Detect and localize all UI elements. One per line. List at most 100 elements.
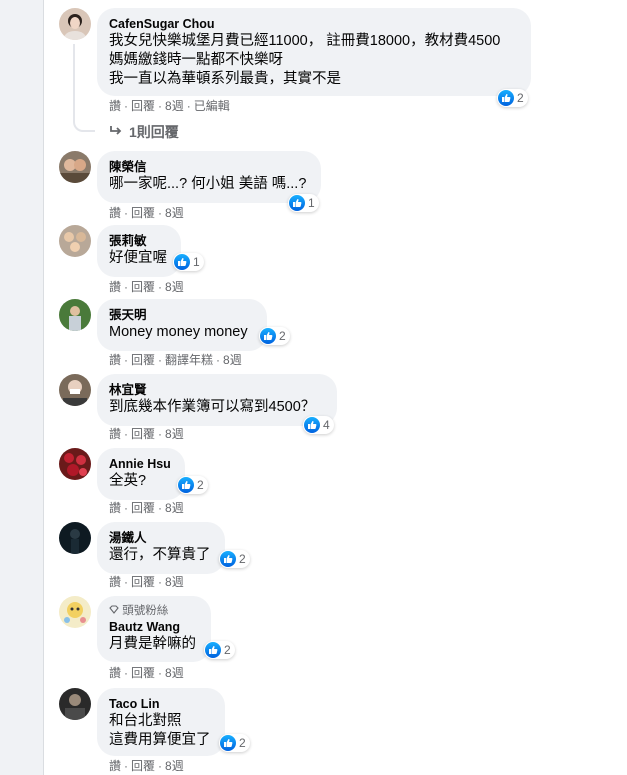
- comment-text-line: 好便宜喔: [109, 250, 167, 266]
- reaction-count[interactable]: 2: [177, 476, 208, 494]
- like-icon: [289, 195, 305, 211]
- reaction-count[interactable]: 2: [259, 327, 290, 345]
- comment-text-line: 我女兒快樂城堡月費已經11000， 註冊費18000，教材費4500: [109, 33, 501, 49]
- like-icon: [174, 254, 190, 270]
- reaction-number: 2: [279, 329, 286, 343]
- reaction-count[interactable]: 1: [173, 253, 204, 271]
- comment-bubble: 湯鐵人 還行，不算貴了: [97, 522, 225, 574]
- avatar[interactable]: [59, 151, 91, 183]
- comment-bubble: Annie Hsu 全英?: [97, 448, 185, 500]
- reply-button[interactable]: 回覆: [131, 575, 155, 589]
- like-button[interactable]: 讚: [109, 759, 121, 773]
- comment-author[interactable]: Taco Lin: [109, 696, 213, 712]
- comment-bubble: Taco Lin 和台北對照 這費用算便宜了: [97, 688, 225, 756]
- comment-actions: 讚 · 回覆 · 8週: [109, 666, 184, 680]
- avatar[interactable]: [59, 374, 91, 406]
- comment-bubble: 張莉敏 好便宜喔: [97, 225, 181, 277]
- reaction-number: 1: [308, 196, 315, 210]
- reply-count-label: 1則回覆: [129, 124, 179, 140]
- like-icon: [220, 735, 236, 751]
- reaction-count[interactable]: 2: [219, 550, 250, 568]
- reply-button[interactable]: 回覆: [131, 427, 155, 441]
- like-button[interactable]: 讚: [109, 666, 121, 680]
- reply-button[interactable]: 回覆: [131, 666, 155, 680]
- like-button[interactable]: 讚: [109, 501, 121, 515]
- timestamp[interactable]: 8週: [165, 206, 184, 220]
- comment-author[interactable]: Annie Hsu: [109, 456, 173, 472]
- reply-button[interactable]: 回覆: [131, 206, 155, 220]
- like-button[interactable]: 讚: [109, 99, 121, 113]
- comment-author[interactable]: 陳榮信: [109, 159, 309, 175]
- left-gutter: [0, 0, 44, 775]
- comment-actions: 讚 · 回覆 · 翻譯年糕 · 8週: [109, 353, 242, 367]
- reaction-count[interactable]: 4: [303, 416, 334, 434]
- top-fan-label: 頭號粉絲: [122, 605, 169, 617]
- comment-actions: 讚 · 回覆 · 8週: [109, 501, 184, 515]
- reaction-count[interactable]: 2: [497, 89, 528, 107]
- reply-arrow-icon: [109, 124, 123, 140]
- like-icon: [498, 90, 514, 106]
- comment-author[interactable]: 林宜賢: [109, 382, 325, 398]
- reply-button[interactable]: 回覆: [131, 280, 155, 294]
- timestamp[interactable]: 8週: [165, 575, 184, 589]
- like-button[interactable]: 讚: [109, 575, 121, 589]
- like-button[interactable]: 讚: [109, 206, 121, 220]
- avatar[interactable]: [59, 688, 91, 720]
- view-replies-link[interactable]: 1則回覆: [109, 122, 179, 142]
- comment-text-line: 我一直以為華頓系列最貴，其實不是: [109, 71, 341, 87]
- like-icon: [304, 417, 320, 433]
- avatar[interactable]: [59, 299, 91, 331]
- comment-actions: 讚 · 回覆 · 8週: [109, 206, 184, 220]
- diamond-icon: [109, 605, 119, 617]
- comment-author[interactable]: 張天明: [109, 307, 255, 323]
- reaction-number: 2: [239, 736, 246, 750]
- reply-button[interactable]: 回覆: [131, 759, 155, 773]
- reaction-count[interactable]: 2: [219, 734, 250, 752]
- timestamp[interactable]: 8週: [165, 427, 184, 441]
- comment-text-line: 還行，不算貴了: [109, 547, 211, 563]
- timestamp[interactable]: 8週: [165, 666, 184, 680]
- comment-bubble: 林宜賢 到底幾本作業簿可以寫到4500？: [97, 374, 337, 426]
- comment-text-line: 媽媽繳錢時一點都不快樂呀: [109, 52, 283, 68]
- comment-text-line: 全英?: [109, 473, 147, 489]
- comment-text-line: 哪一家呢...? 何小姐 美語 嗎...?: [109, 176, 307, 192]
- timestamp[interactable]: 8週: [165, 99, 184, 113]
- reply-button[interactable]: 回覆: [131, 501, 155, 515]
- like-icon: [178, 477, 194, 493]
- like-button[interactable]: 讚: [109, 280, 121, 294]
- comment-bubble: CafenSugar Chou 我女兒快樂城堡月費已經11000， 註冊費180…: [97, 8, 531, 96]
- top-fan-badge: 頭號粉絲: [109, 604, 199, 619]
- comment-actions: 讚 · 回覆 · 8週: [109, 427, 184, 441]
- avatar[interactable]: [59, 522, 91, 554]
- timestamp[interactable]: 8週: [165, 759, 184, 773]
- like-button[interactable]: 讚: [109, 353, 121, 367]
- comment-author[interactable]: 張莉敏: [109, 233, 169, 249]
- comment-bubble: 陳榮信 哪一家呢...? 何小姐 美語 嗎...?: [97, 151, 321, 203]
- avatar[interactable]: [59, 225, 91, 257]
- reaction-count[interactable]: 1: [288, 194, 319, 212]
- timestamp[interactable]: 8週: [223, 353, 242, 367]
- comment-text-line: 和台北對照: [109, 713, 182, 729]
- translate-link[interactable]: 翻譯年糕: [165, 353, 213, 367]
- comment-text-line: 這費用算便宜了: [109, 732, 211, 748]
- comment-text-line: Money money money: [109, 324, 248, 340]
- comment-author[interactable]: 湯鐵人: [109, 530, 213, 546]
- comment-actions: 讚 · 回覆 · 8週: [109, 575, 184, 589]
- reaction-count[interactable]: 2: [204, 641, 235, 659]
- reply-button[interactable]: 回覆: [131, 99, 155, 113]
- timestamp[interactable]: 8週: [165, 280, 184, 294]
- comment-author[interactable]: CafenSugar Chou: [109, 16, 519, 32]
- comment-actions: 讚 · 回覆 · 8週 · 已編輯: [109, 99, 230, 113]
- avatar[interactable]: [59, 8, 91, 40]
- comment-bubble: 頭號粉絲 Bautz Wang 月費是幹嘛的: [97, 596, 211, 662]
- reaction-number: 2: [239, 552, 246, 566]
- timestamp[interactable]: 8週: [165, 501, 184, 515]
- avatar[interactable]: [59, 448, 91, 480]
- edited-label[interactable]: 已編輯: [194, 99, 230, 113]
- reaction-number: 2: [197, 478, 204, 492]
- avatar[interactable]: [59, 596, 91, 628]
- comment-text-line: 到底幾本作業簿可以寫到4500？: [109, 399, 316, 415]
- reply-button[interactable]: 回覆: [131, 353, 155, 367]
- like-button[interactable]: 讚: [109, 427, 121, 441]
- comment-author[interactable]: Bautz Wang: [109, 619, 199, 635]
